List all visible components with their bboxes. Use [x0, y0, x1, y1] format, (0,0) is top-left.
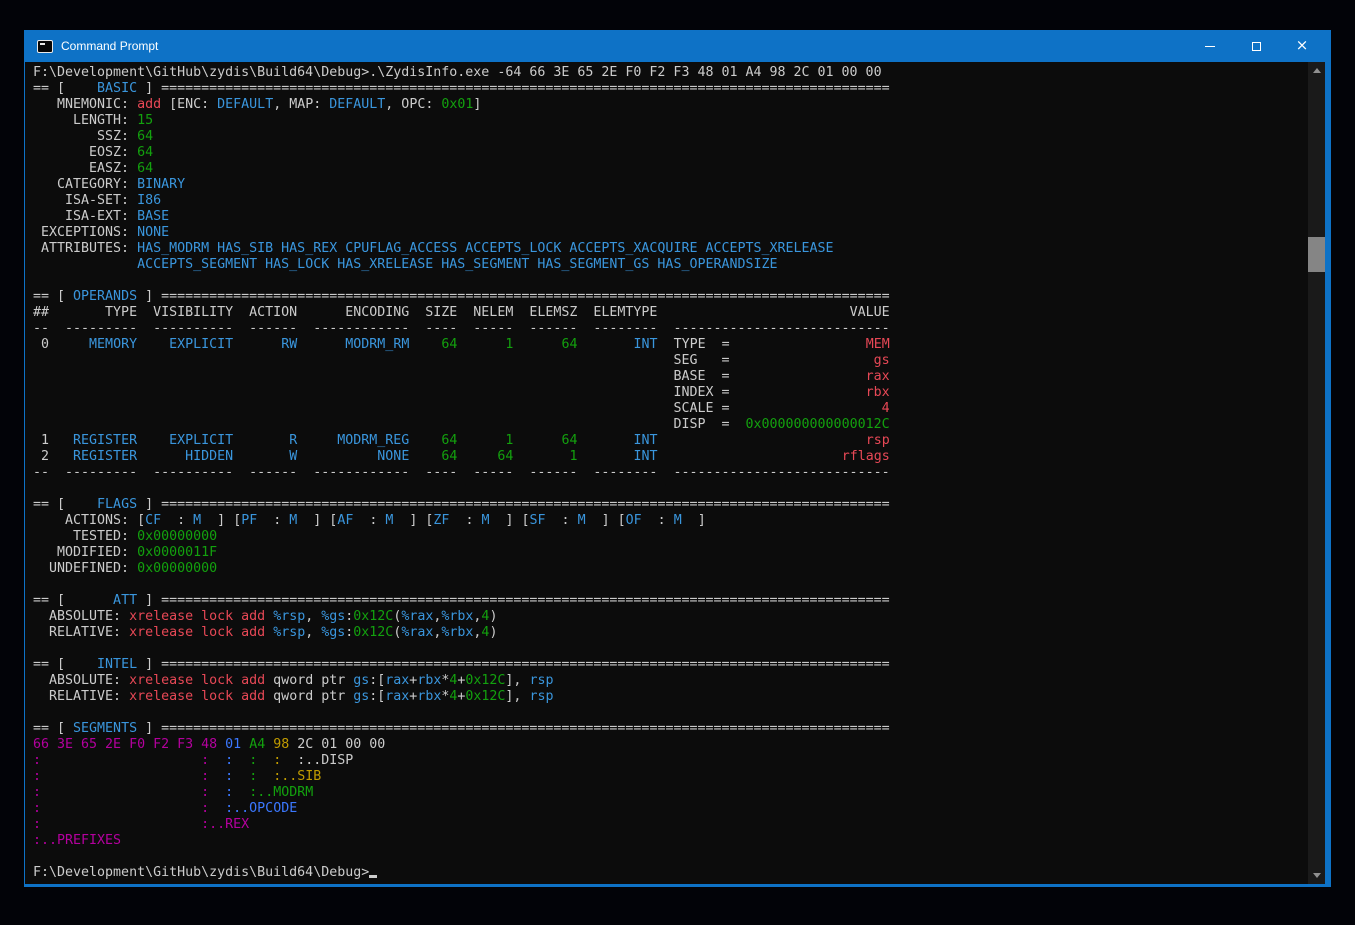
terminal-line: 66 3E 65 2E F0 F2 F3 48 01 A4 98 2C 01 0…: [33, 737, 1308, 753]
scroll-up-icon: [1313, 68, 1321, 73]
terminal-line: F:\Development\GitHub\zydis\Build64\Debu…: [33, 65, 1308, 81]
terminal-line: ## TYPE VISIBILITY ACTION ENCODING SIZE …: [33, 305, 1308, 321]
minimize-icon: [1205, 46, 1215, 47]
terminal-line: [33, 641, 1308, 657]
terminal-line: : : : : : :..DISP: [33, 753, 1308, 769]
terminal-line: RELATIVE: xrelease lock add qword ptr gs…: [33, 689, 1308, 705]
terminal-line: [33, 273, 1308, 289]
scrollbar-thumb[interactable]: [1308, 237, 1325, 272]
scroll-down-icon: [1313, 873, 1321, 878]
terminal-line: ABSOLUTE: xrelease lock add %rsp, %gs:0x…: [33, 609, 1308, 625]
terminal-cursor: [369, 875, 377, 878]
terminal-line: ABSOLUTE: xrelease lock add qword ptr gs…: [33, 673, 1308, 689]
terminal-line: DISP = 0x000000000000012C: [33, 417, 1308, 433]
scrollbar[interactable]: [1308, 62, 1325, 884]
command-prompt-icon[interactable]: [37, 40, 53, 53]
terminal-line: SSZ: 64: [33, 129, 1308, 145]
terminal-output[interactable]: F:\Development\GitHub\zydis\Build64\Debu…: [25, 62, 1308, 884]
maximize-button[interactable]: [1233, 30, 1279, 62]
terminal-line: ACTIONS: [CF : M ] [PF : M ] [AF : M ] […: [33, 513, 1308, 529]
terminal-line: :..PREFIXES: [33, 833, 1308, 849]
terminal-line: INDEX = rbx: [33, 385, 1308, 401]
terminal-line: SEG = gs: [33, 353, 1308, 369]
terminal-line: LENGTH: 15: [33, 113, 1308, 129]
terminal-area: F:\Development\GitHub\zydis\Build64\Debu…: [25, 62, 1325, 884]
terminal-line: MODIFIED: 0x0000011F: [33, 545, 1308, 561]
terminal-line: == [ INTEL ] ===========================…: [33, 657, 1308, 673]
terminal-line: == [ FLAGS ] ===========================…: [33, 497, 1308, 513]
terminal-line: UNDEFINED: 0x00000000: [33, 561, 1308, 577]
window-title: Command Prompt: [61, 39, 158, 53]
terminal-line: [33, 481, 1308, 497]
window-controls: ×: [1187, 30, 1325, 62]
terminal-line: 2 REGISTER HIDDEN W NONE 64 64 1 INT rfl…: [33, 449, 1308, 465]
terminal-line: EASZ: 64: [33, 161, 1308, 177]
scroll-down-button[interactable]: [1308, 867, 1325, 884]
terminal-line: == [ ATT ] =============================…: [33, 593, 1308, 609]
terminal-line: BASE = rax: [33, 369, 1308, 385]
terminal-line: [33, 577, 1308, 593]
terminal-line: -- --------- ---------- ------ ---------…: [33, 321, 1308, 337]
terminal-line: : : :..OPCODE: [33, 801, 1308, 817]
terminal-line: TESTED: 0x00000000: [33, 529, 1308, 545]
terminal-line: [33, 705, 1308, 721]
command-prompt-window: Command Prompt × F:\Development\GitHub\z…: [24, 30, 1331, 887]
terminal-line: SCALE = 4: [33, 401, 1308, 417]
terminal-line: CATEGORY: BINARY: [33, 177, 1308, 193]
terminal-line: 0 MEMORY EXPLICIT RW MODRM_RM 64 1 64 IN…: [33, 337, 1308, 353]
close-button[interactable]: ×: [1279, 30, 1325, 62]
close-icon: ×: [1296, 38, 1309, 53]
terminal-line: == [ OPERANDS ] ========================…: [33, 289, 1308, 305]
terminal-line: [33, 849, 1308, 865]
terminal-line: : : : : :..SIB: [33, 769, 1308, 785]
terminal-line: ISA-SET: I86: [33, 193, 1308, 209]
titlebar[interactable]: Command Prompt ×: [25, 30, 1325, 62]
maximize-icon: [1252, 42, 1261, 51]
terminal-line: == [ SEGMENTS ] ========================…: [33, 721, 1308, 737]
terminal-line: ISA-EXT: BASE: [33, 209, 1308, 225]
terminal-line: 1 REGISTER EXPLICIT R MODRM_REG 64 1 64 …: [33, 433, 1308, 449]
terminal-line: MNEMONIC: add [ENC: DEFAULT, MAP: DEFAUL…: [33, 97, 1308, 113]
scroll-up-button[interactable]: [1308, 62, 1325, 79]
terminal-line: == [ BASIC ] ===========================…: [33, 81, 1308, 97]
terminal-line: ATTRIBUTES: HAS_MODRM HAS_SIB HAS_REX CP…: [33, 241, 1308, 257]
terminal-line: EOSZ: 64: [33, 145, 1308, 161]
terminal-line: ACCEPTS_SEGMENT HAS_LOCK HAS_XRELEASE HA…: [33, 257, 1308, 273]
terminal-line: : : : :..MODRM: [33, 785, 1308, 801]
terminal-line: RELATIVE: xrelease lock add %rsp, %gs:0x…: [33, 625, 1308, 641]
minimize-button[interactable]: [1187, 30, 1233, 62]
terminal-line: EXCEPTIONS: NONE: [33, 225, 1308, 241]
terminal-line: : :..REX: [33, 817, 1308, 833]
terminal-line: -- --------- ---------- ------ ---------…: [33, 465, 1308, 481]
terminal-line: F:\Development\GitHub\zydis\Build64\Debu…: [33, 865, 1308, 881]
